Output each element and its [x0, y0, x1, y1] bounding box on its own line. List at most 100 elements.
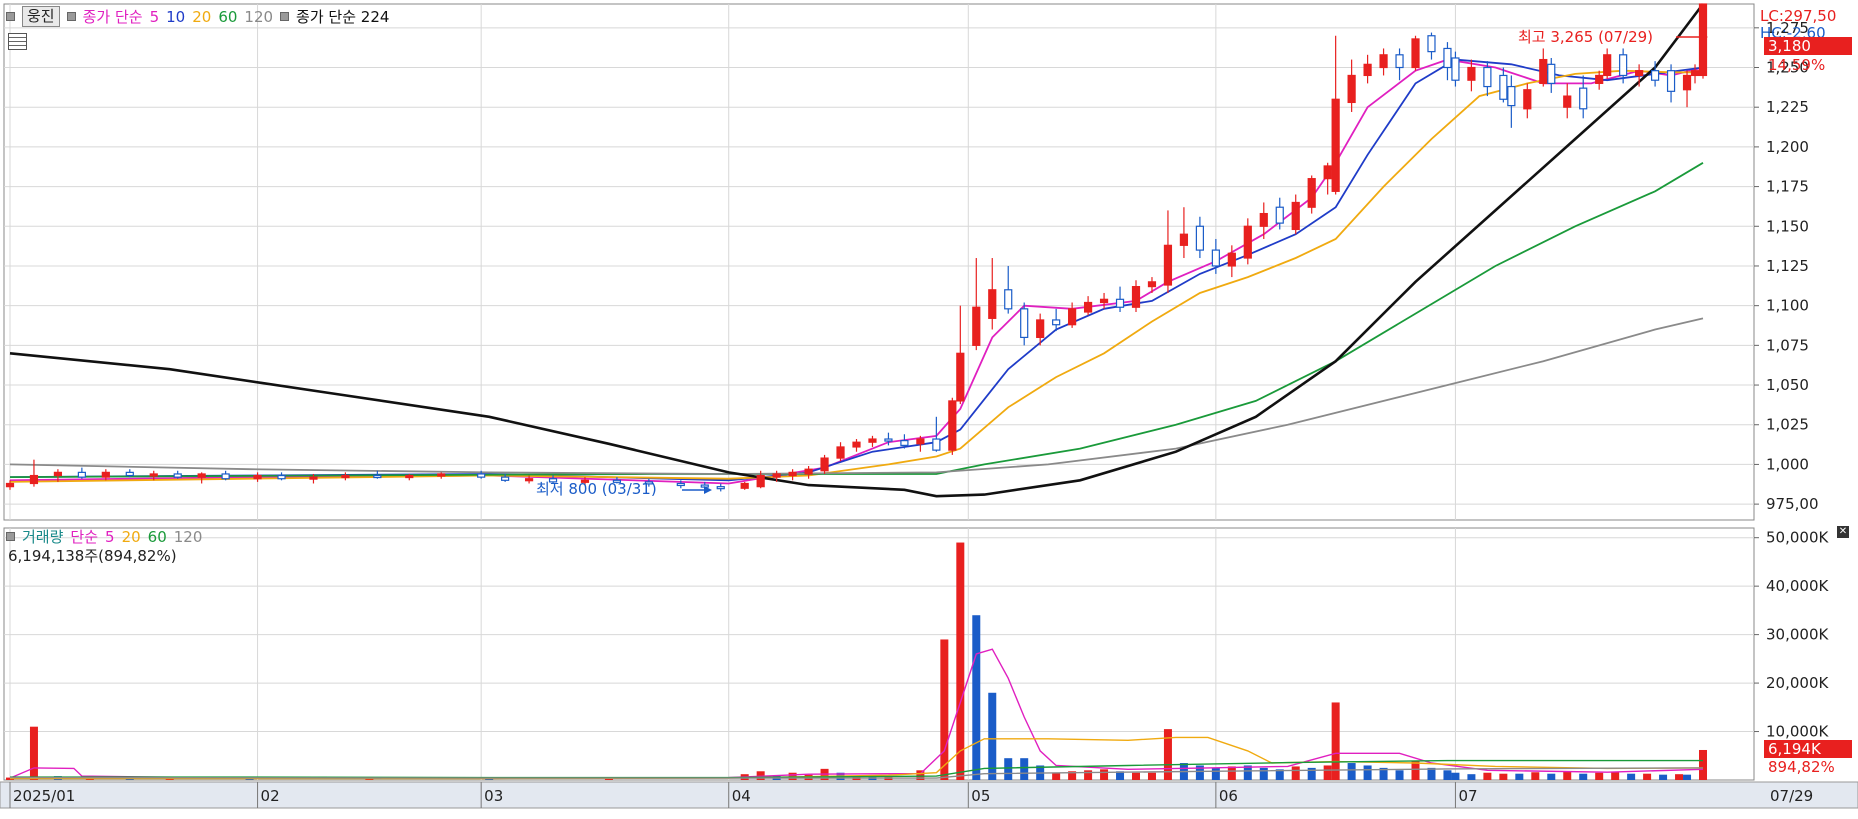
candle-body: [1036, 319, 1045, 339]
price-tick-label: 1,225: [1766, 98, 1809, 116]
candle-body: [1052, 319, 1061, 326]
ma5-legend: 5: [149, 7, 160, 26]
ma10-legend: 10: [166, 7, 186, 26]
candle-body: [852, 441, 861, 448]
last-volume: 6,194K: [1768, 740, 1822, 758]
candle-body: [1115, 298, 1125, 308]
volume-bar: [1211, 767, 1220, 780]
legend-square-icon[interactable]: [6, 12, 15, 21]
candle-body: [1227, 252, 1236, 267]
candle-body: [1483, 66, 1492, 88]
volume-bar: [1451, 772, 1460, 780]
last-date-label: 07/29: [1770, 787, 1813, 805]
legend-square-icon[interactable]: [6, 532, 15, 541]
legend-square-icon[interactable]: [66, 12, 76, 21]
candle-body: [1539, 58, 1548, 84]
candle-body: [1650, 70, 1660, 81]
lc-label: LC:297,50: [1760, 7, 1836, 25]
vol-ma5-legend: 5: [105, 527, 115, 546]
ma-legend-label: 종가 단순: [82, 8, 143, 26]
candle-body: [1307, 178, 1316, 208]
volume-bar: [1347, 763, 1356, 780]
candle-body: [1243, 225, 1252, 259]
candle-body: [1579, 87, 1588, 110]
time-tick-label: 03: [484, 787, 503, 805]
volume-tick-label: 40,000K: [1766, 577, 1829, 595]
candle-body: [1682, 74, 1692, 91]
volume-bar: [1659, 774, 1668, 780]
price-tick-label: 1,075: [1766, 336, 1809, 354]
volume-bar: [1291, 766, 1300, 780]
candle-body: [1547, 63, 1556, 84]
volume-bar: [1595, 772, 1604, 780]
volume-bar: [1004, 758, 1013, 780]
price-tick-label: 1,175: [1766, 178, 1809, 196]
candle-body: [676, 482, 685, 487]
candle-body: [948, 400, 957, 451]
legend-square-icon[interactable]: [280, 12, 290, 21]
candle-body: [173, 473, 182, 478]
volume-bar: [1483, 772, 1492, 780]
candle-body: [1427, 35, 1436, 53]
high-annotation: 최고 3,265 (07/29): [1518, 28, 1653, 46]
time-tick-label: 06: [1219, 787, 1238, 805]
candle-body: [1443, 47, 1452, 69]
candle-body: [277, 474, 286, 480]
candle-body: [405, 474, 414, 479]
volume-bar: [1132, 772, 1141, 780]
candle-body: [1211, 249, 1220, 267]
volume-bar: [1563, 771, 1572, 780]
candle-body: [932, 438, 941, 451]
candle-body: [820, 457, 829, 472]
change-pct: 14,59%: [1768, 56, 1825, 74]
stock-name-button[interactable]: 웅진: [22, 6, 60, 27]
candle-body: [101, 471, 110, 478]
current-price: 3,180: [1768, 37, 1811, 55]
candle-body: [1690, 70, 1700, 77]
volume-bar: [1020, 758, 1029, 780]
volume-bar: [940, 639, 949, 780]
candle-body: [1323, 165, 1332, 180]
candle-body: [1603, 54, 1612, 77]
candle-body: [149, 473, 158, 477]
ma60-legend: 60: [218, 7, 238, 26]
price-tick-label: 1,125: [1766, 257, 1809, 275]
vol-ma60-legend: 60: [147, 527, 167, 546]
candle-body: [125, 471, 134, 477]
volume-bar: [1331, 702, 1340, 780]
volume-panel-frame: [3, 527, 1755, 781]
volume-bar: [1611, 771, 1620, 780]
time-tick-label: 07: [1458, 787, 1477, 805]
vol-ma20-legend: 20: [121, 527, 141, 546]
candle-body: [5, 482, 15, 488]
volume-bar: [1227, 766, 1236, 780]
price-tick-label: 1,200: [1766, 138, 1809, 156]
candle-body: [1395, 54, 1404, 69]
volume-bar: [1499, 773, 1508, 780]
volume-bar: [1395, 770, 1404, 780]
time-tick-label: 02: [261, 787, 280, 805]
grid-icon[interactable]: [8, 33, 27, 50]
close-icon[interactable]: ✕: [1837, 526, 1849, 538]
candle-body: [1195, 225, 1204, 251]
candle-body: [988, 289, 997, 319]
candle-body: [373, 474, 382, 479]
volume-bar: [1323, 765, 1332, 780]
candle-body: [437, 473, 446, 477]
low-annotation: 최저 800 (03/31): [536, 480, 657, 498]
volume-tick-label: 20,000K: [1766, 674, 1829, 692]
candle-body: [1163, 244, 1173, 286]
candle-body: [53, 471, 63, 477]
candle-body: [1275, 206, 1284, 224]
volume-bar: [1683, 774, 1692, 780]
volume-ma-label: 단순: [70, 528, 99, 546]
candle-body: [740, 482, 749, 489]
volume-bar: [1259, 767, 1268, 780]
candle-body: [77, 471, 86, 478]
candle-body: [341, 474, 350, 479]
candle-body: [1099, 298, 1109, 304]
volume-bar: [1547, 773, 1556, 780]
candle-body: [884, 438, 893, 442]
volume-bar: [1084, 770, 1093, 780]
candle-body: [1411, 38, 1420, 69]
